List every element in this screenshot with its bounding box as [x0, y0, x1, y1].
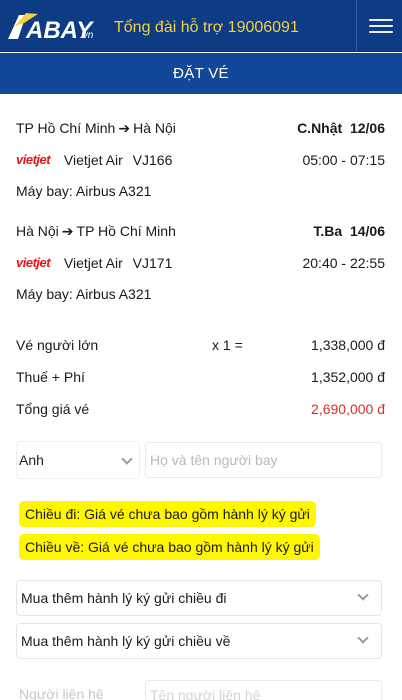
- hamburger-menu-icon[interactable]: [356, 0, 402, 52]
- adult-price: 1,338,000 đ: [311, 337, 385, 353]
- outbound-time: 05:00 - 07:15: [302, 152, 385, 168]
- chevron-down-icon: [121, 453, 133, 465]
- inbound-flight-no: VJ171: [132, 255, 173, 271]
- inbound-flight: vietjet Vietjet Air VJ171 20:40 - 22:55: [16, 253, 385, 273]
- outbound-airline: Vietjet Air: [63, 152, 123, 168]
- outbound-route: TP Hồ Chí Minh ➔ Hà Nội C.Nhật 12/06: [16, 118, 385, 138]
- passenger-title-select[interactable]: Anh: [17, 442, 139, 478]
- adult-label: Vé người lớn: [16, 337, 99, 353]
- brand-suffix: .vn: [80, 30, 94, 41]
- buy-baggage-inbound-label: Mua thêm hành lý ký gửi chiều về: [21, 633, 231, 649]
- page-title: ĐẶT VÉ: [0, 53, 402, 94]
- buy-baggage-outbound-label: Mua thêm hành lý ký gửi chiều đi: [21, 590, 227, 606]
- inbound-airline: Vietjet Air: [63, 255, 123, 271]
- arrow-right-icon: ➔: [118, 120, 131, 136]
- outbound-flight-no: VJ166: [132, 152, 173, 168]
- inbound-aircraft: Máy bay: Airbus A321: [16, 286, 152, 302]
- price-adult-row: Vé người lớn x 1 = 1,338,000 đ: [16, 335, 385, 355]
- chevron-down-icon: [357, 589, 369, 601]
- hotline-text[interactable]: Tổng đài hỗ trợ 19006091: [114, 19, 299, 37]
- app-header: ABAY .vn Tổng đài hỗ trợ 19006091: [0, 0, 402, 52]
- outbound-from: TP Hồ Chí Minh: [16, 120, 116, 136]
- arrow-right-icon: ➔: [61, 223, 74, 239]
- abay-logo[interactable]: ABAY .vn: [6, 9, 102, 43]
- vietjet-logo: vietjet: [16, 152, 51, 167]
- inbound-time: 20:40 - 22:55: [302, 255, 385, 271]
- contact-name-input[interactable]: Tên người liên hệ: [145, 680, 382, 700]
- inbound-from: Hà Nội: [16, 223, 59, 239]
- tax-label: Thuế + Phí: [16, 369, 85, 385]
- price-tax-row: Thuế + Phí 1,352,000 đ: [16, 367, 385, 387]
- vietjet-logo: vietjet: [16, 255, 51, 270]
- inbound-baggage-note: Chiều về: Giá vé chưa bao gồm hành lý ký…: [19, 534, 320, 560]
- menu-line: [369, 31, 393, 33]
- inbound-to: TP Hồ Chí Minh: [76, 223, 176, 239]
- inbound-route: Hà Nội ➔ TP Hồ Chí Minh T.Ba 14/06: [16, 221, 385, 241]
- passenger-title-value: Anh: [19, 452, 44, 468]
- outbound-date: C.Nhật 12/06: [297, 120, 385, 136]
- menu-line: [369, 19, 393, 21]
- outbound-to: Hà Nội: [133, 120, 176, 136]
- outbound-flight: vietjet Vietjet Air VJ166 05:00 - 07:15: [16, 150, 385, 170]
- outbound-baggage-note: Chiều đi: Giá vé chưa bao gồm hành lý ký…: [19, 501, 316, 527]
- outbound-aircraft: Máy bay: Airbus A321: [16, 183, 152, 199]
- buy-baggage-outbound[interactable]: Mua thêm hành lý ký gửi chiều đi: [16, 580, 382, 616]
- chevron-down-icon: [357, 632, 369, 644]
- passenger-name-input[interactable]: Họ và tên người bay: [145, 442, 382, 478]
- menu-line: [369, 25, 393, 27]
- adult-qty: x 1 =: [212, 337, 243, 353]
- contact-label: Người liên hệ: [19, 686, 104, 700]
- price-total-row: Tổng giá vé 2,690,000 đ: [16, 399, 385, 419]
- inbound-date: T.Ba 14/06: [313, 223, 385, 239]
- total-price: 2,690,000 đ: [311, 401, 385, 417]
- tax-price: 1,352,000 đ: [311, 369, 385, 385]
- total-label: Tổng giá vé: [16, 401, 90, 417]
- buy-baggage-inbound[interactable]: Mua thêm hành lý ký gửi chiều về: [16, 623, 382, 659]
